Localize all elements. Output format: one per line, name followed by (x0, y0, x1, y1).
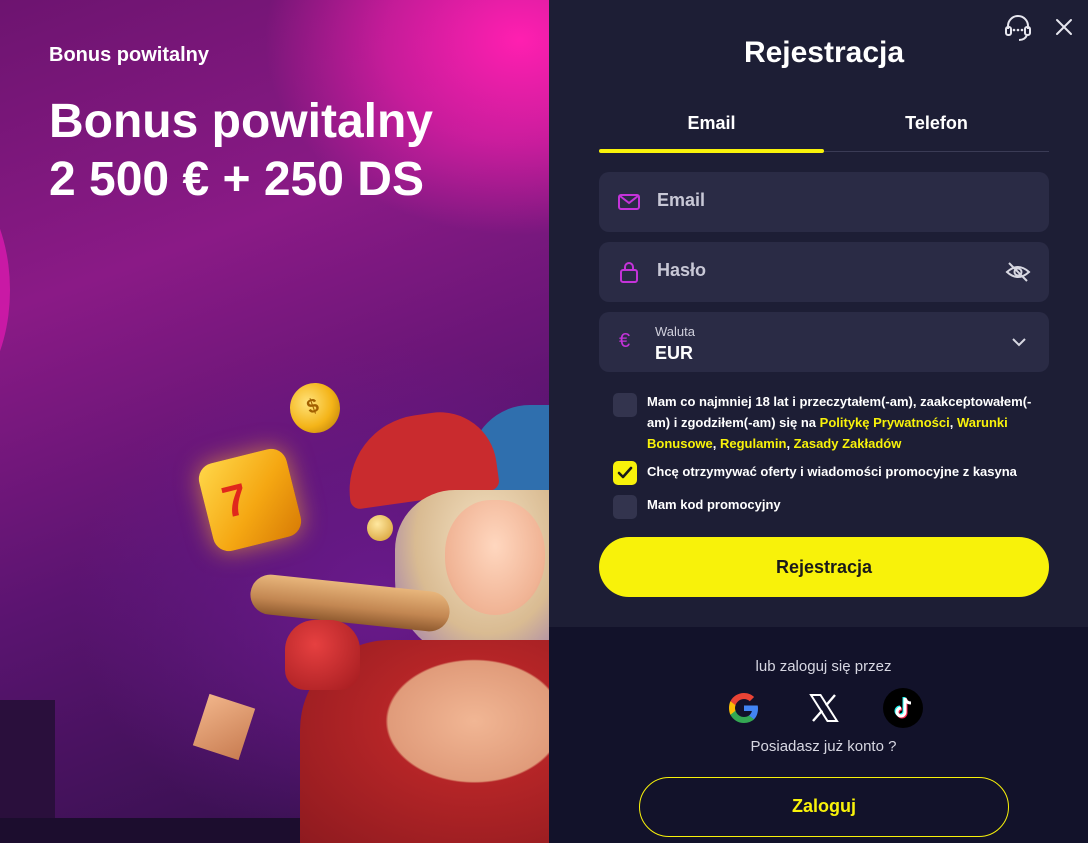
registration-tabs: Email Telefon (599, 100, 1049, 153)
chevron-down-icon (1012, 338, 1026, 347)
decorative-ring (0, 160, 10, 420)
currency-label: Waluta (655, 324, 695, 339)
jester-bell-illustration (367, 515, 393, 541)
confetti-illustration (192, 693, 256, 761)
terms-text: Mam co najmniej 18 lat i przeczytałem(-a… (647, 391, 1052, 454)
character-face-illustration (445, 500, 545, 615)
checkmark-icon (617, 466, 633, 479)
social-login-caption: lub zaloguj się przez (755, 658, 892, 675)
modal-title: Rejestracja (743, 36, 905, 69)
tab-phone[interactable]: Telefon (824, 100, 1049, 152)
privacy-policy-link[interactable]: Politykę Prywatności (820, 415, 950, 430)
password-placeholder: Hasło (657, 260, 707, 280)
google-icon[interactable] (724, 688, 764, 728)
tab-email[interactable]: Email (599, 100, 824, 153)
euro-icon: € (619, 330, 631, 352)
promo-banner: 7 Bonus powitalny Bonus powitalny 2 500 … (0, 0, 549, 843)
mail-icon (618, 194, 640, 210)
terms-separator: , (786, 436, 794, 451)
promo-headline-line: Bonus powitalny (49, 95, 433, 148)
have-account-text: Posiadasz już konto ? (750, 738, 897, 755)
promo-code-text: Mam kod promocyjny (647, 497, 781, 512)
password-field[interactable]: Hasło (599, 242, 1049, 302)
terms-separator: , (712, 436, 720, 451)
marketing-checkbox[interactable] (613, 461, 637, 485)
currency-value: EUR (655, 343, 694, 363)
marketing-text: Chcę otrzymywać oferty i wiadomości prom… (647, 464, 1017, 479)
promo-label: Bonus powitalny (49, 44, 209, 66)
promo-headline: Bonus powitalny 2 500 € + 250 DS (49, 93, 433, 209)
terms-checkbox[interactable] (613, 393, 637, 417)
login-button[interactable]: Zaloguj (639, 777, 1009, 837)
x-icon[interactable] (804, 688, 844, 728)
slot-dice-illustration: 7 (195, 445, 305, 555)
rules-link[interactable]: Regulamin (720, 436, 786, 451)
register-button[interactable]: Rejestracja (599, 537, 1049, 597)
terms-separator: , (949, 415, 957, 430)
close-icon[interactable] (1053, 16, 1075, 38)
promo-bonus-amount: 2 500 € + 250 DS (49, 153, 424, 206)
tiktok-icon[interactable] (883, 688, 923, 728)
currency-select[interactable]: € Waluta EUR (599, 312, 1049, 372)
promo-code-checkbox[interactable] (613, 495, 637, 519)
eye-off-icon[interactable] (1005, 260, 1031, 284)
email-field[interactable]: Email (599, 172, 1049, 232)
betting-rules-link[interactable]: Zasady Zakładów (794, 436, 902, 451)
glove-illustration (285, 620, 360, 690)
lock-icon (620, 262, 638, 283)
email-placeholder: Email (657, 190, 706, 210)
coin-illustration (282, 375, 348, 441)
